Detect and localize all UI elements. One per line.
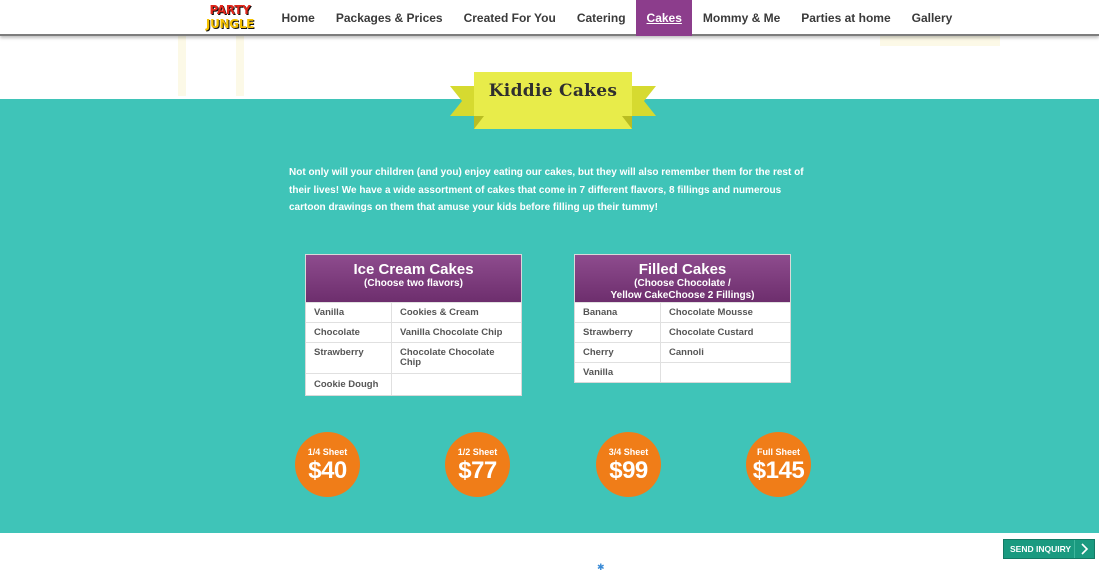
price-value: $99 xyxy=(609,457,648,484)
table-subtitle-line2: Yellow CakeChoose 2 Fillings) xyxy=(610,290,755,301)
price-badge-full-sheet: Full Sheet $145 xyxy=(746,432,811,497)
table-header: Filled Cakes (Choose Chocolate / Yellow … xyxy=(575,255,790,302)
price-badge-half-sheet: 1/2 Sheet $77 xyxy=(445,432,510,497)
table-row: Cookie Dough xyxy=(306,373,521,395)
filling-cell: Cherry xyxy=(575,343,661,362)
table-row: Strawberry Chocolate Chocolate Chip xyxy=(306,342,521,373)
price-value: $145 xyxy=(752,457,805,484)
flavor-cell: Vanilla Chocolate Chip xyxy=(400,327,503,338)
background-decoration xyxy=(236,36,244,96)
table-header: Ice Cream Cakes (Choose two flavors) xyxy=(306,255,521,302)
flavor-cell: Vanilla xyxy=(306,303,392,322)
intro-text: Not only will your children (and you) en… xyxy=(289,167,804,213)
filling-cell: Strawberry xyxy=(575,323,661,342)
loading-spinner-icon: ✱ xyxy=(597,562,605,570)
nav-mommy-me[interactable]: Mommy & Me xyxy=(692,0,790,36)
nav-gallery[interactable]: Gallery xyxy=(901,0,963,36)
chevron-right-icon xyxy=(1074,540,1094,558)
section-banner: Kiddie Cakes xyxy=(450,72,656,129)
background-decoration xyxy=(880,36,1000,46)
filled-cakes-table: Filled Cakes (Choose Chocolate / Yellow … xyxy=(574,254,791,383)
price-value: $40 xyxy=(308,457,347,484)
nav-catering[interactable]: Catering xyxy=(566,0,636,36)
table-title: Filled Cakes xyxy=(638,261,727,278)
table-row: Banana Chocolate Mousse xyxy=(575,302,790,322)
price-badge-three-quarter-sheet: 3/4 Sheet $99 xyxy=(596,432,661,497)
filling-cell: Cannoli xyxy=(669,347,704,358)
nav-parties-at-home[interactable]: Parties at home xyxy=(791,0,901,36)
ice-cream-cakes-table: Ice Cream Cakes (Choose two flavors) Van… xyxy=(305,254,522,396)
price-value: $77 xyxy=(458,457,497,484)
header: PARTY JUNGLE Home Packages & Prices Crea… xyxy=(0,0,1099,36)
price-label: 1/2 Sheet xyxy=(457,447,498,457)
nav-created-for-you[interactable]: Created For You xyxy=(453,0,566,36)
filling-cell: Chocolate Custard xyxy=(669,327,754,338)
flavor-cell: Cookies & Cream xyxy=(400,307,479,318)
flavor-cell: Chocolate xyxy=(306,323,392,342)
price-label: 1/4 Sheet xyxy=(307,447,348,457)
table-title: Ice Cream Cakes xyxy=(353,261,474,278)
logo[interactable]: PARTY JUNGLE xyxy=(204,3,256,33)
flavor-cell xyxy=(392,374,521,395)
logo-text-line2: JUNGLE xyxy=(205,17,255,31)
page: PARTY JUNGLE Home Packages & Prices Crea… xyxy=(0,0,1099,570)
filling-cell: Banana xyxy=(575,303,661,322)
table-subtitle-line1: (Choose Chocolate / xyxy=(634,278,731,289)
flavor-cell: Cookie Dough xyxy=(306,374,392,395)
table-row: Cherry Cannoli xyxy=(575,342,790,362)
price-label: 3/4 Sheet xyxy=(608,447,649,457)
page-title: Kiddie Cakes xyxy=(488,81,618,101)
table-row: Strawberry Chocolate Custard xyxy=(575,322,790,342)
table-row: Vanilla xyxy=(575,362,790,382)
nav-packages-prices[interactable]: Packages & Prices xyxy=(325,0,453,36)
flavor-cell: Strawberry xyxy=(306,343,392,373)
nav-cakes[interactable]: Cakes xyxy=(636,0,693,36)
price-badge-quarter-sheet: 1/4 Sheet $40 xyxy=(295,432,360,497)
filling-cell xyxy=(661,363,790,382)
send-inquiry-button[interactable]: SEND INQUIRY xyxy=(1003,539,1095,559)
table-subtitle: (Choose two flavors) xyxy=(364,278,463,289)
main-nav: Home Packages & Prices Created For You C… xyxy=(271,0,963,36)
price-label: Full Sheet xyxy=(756,447,800,457)
flavor-cell: Chocolate Chocolate Chip xyxy=(400,347,495,368)
logo-text-line1: PARTY xyxy=(209,3,251,17)
table-row: Vanilla Cookies & Cream xyxy=(306,302,521,322)
nav-home[interactable]: Home xyxy=(271,0,325,36)
filling-cell: Chocolate Mousse xyxy=(669,307,753,318)
background-decoration xyxy=(178,36,186,96)
send-inquiry-label: SEND INQUIRY xyxy=(1010,544,1072,554)
filling-cell: Vanilla xyxy=(575,363,661,382)
table-row: Chocolate Vanilla Chocolate Chip xyxy=(306,322,521,342)
